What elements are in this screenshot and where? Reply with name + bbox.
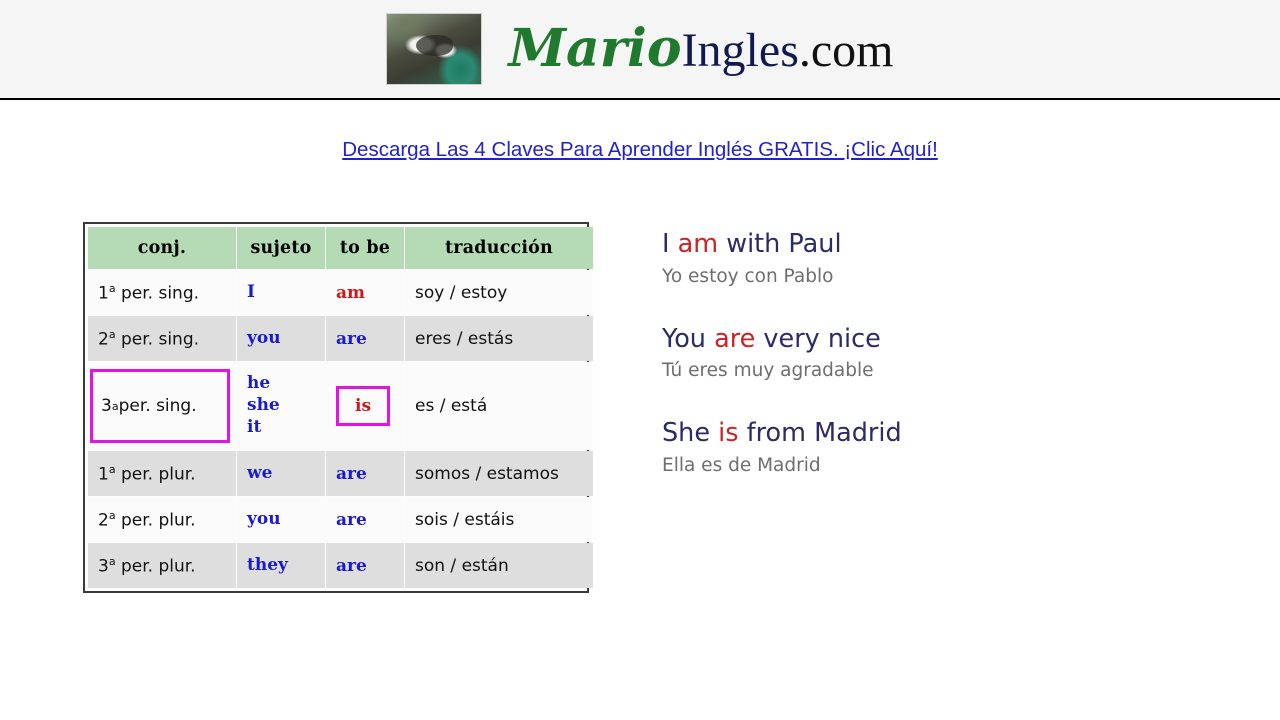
- example-sentence: You are very nice Tú eres muy agradable: [662, 323, 1132, 385]
- cell-conjugation: 3a per. plur.: [88, 543, 236, 588]
- cell-to-be: are: [326, 497, 404, 542]
- example-english-after: with Paul: [718, 229, 842, 259]
- conj-ordinal: a: [108, 327, 116, 341]
- promo-download-link[interactable]: Descarga Las 4 Claves Para Aprender Ingl…: [342, 138, 938, 161]
- brand-mario-text: Mario: [508, 18, 682, 79]
- cell-conjugation: 2a per. sing.: [88, 316, 236, 361]
- example-english-after: very nice: [755, 323, 881, 354]
- conj-rest: per. plur.: [115, 464, 196, 485]
- example-english-after: from Madrid: [738, 418, 902, 449]
- example-english-before: You: [662, 323, 715, 354]
- example-sentences-list: I am with Paul Yo estoy con Pablo You ar…: [662, 228, 1132, 512]
- logo-photo-icon: [386, 13, 483, 85]
- subject-line: it: [247, 416, 262, 437]
- cell-translation: sois / estáis: [405, 497, 593, 542]
- conj-rest: per. plur.: [115, 556, 196, 577]
- conj-ordinal: a: [108, 508, 116, 522]
- verb-to-be-table-container: conj. sujeto to be traducción 1a per. si…: [83, 222, 593, 593]
- example-english-verb: are: [714, 323, 756, 354]
- table-row: 1a per. plur. we are somos / estamos: [88, 451, 593, 496]
- conj-number: 3: [101, 396, 112, 416]
- cell-conjugation: 1a per. plur.: [88, 451, 236, 496]
- example-sentence: She is from Madrid Ella es de Madrid: [662, 417, 1132, 479]
- verb-form: are: [336, 328, 367, 349]
- cell-to-be: am: [326, 270, 404, 315]
- example-english-verb: am: [677, 229, 719, 259]
- conj-number: 1: [98, 464, 109, 485]
- verb-form: are: [336, 555, 367, 576]
- cell-translation: soy / estoy: [405, 270, 593, 315]
- table-row: 2a per. sing. you are eres / estás: [88, 316, 593, 361]
- table-header-row: conj. sujeto to be traducción: [88, 227, 593, 269]
- example-english-verb: is: [718, 418, 739, 449]
- subject-line: he: [247, 373, 271, 394]
- table-row: 2a per. plur. you are sois / estáis: [88, 497, 593, 542]
- example-spanish: Ella es de Madrid: [662, 454, 821, 476]
- example-english: She is from Madrid: [662, 417, 1132, 450]
- column-header-to-be: to be: [326, 227, 404, 269]
- cell-conjugation: 1a per. sing.: [88, 270, 236, 315]
- conj-ordinal: a: [108, 554, 116, 568]
- conj-number: 2: [98, 329, 109, 350]
- table-row: 1a per. sing. I am soy / estoy: [88, 270, 593, 315]
- example-english: You are very nice: [662, 323, 1132, 356]
- conj-number: 2: [98, 510, 109, 531]
- cell-subject: you: [237, 497, 325, 542]
- column-header-sujeto: sujeto: [237, 227, 325, 269]
- conj-number: 1: [98, 283, 109, 304]
- example-spanish: Tú eres muy agradable: [662, 360, 874, 382]
- cell-conjugation-highlighted: 3a per. sing.: [88, 362, 236, 450]
- column-header-traduccion: traducción: [405, 227, 593, 269]
- conj-number: 3: [98, 556, 109, 577]
- magenta-highlight-box-conj: 3a per. sing.: [90, 369, 230, 443]
- conj-rest: per. sing.: [115, 283, 200, 304]
- example-sentence: I am with Paul Yo estoy con Pablo: [662, 228, 1132, 290]
- verb-form: is: [354, 396, 372, 416]
- example-english: I am with Paul: [662, 228, 1132, 261]
- cell-translation: son / están: [405, 543, 593, 588]
- cell-translation: es / está: [405, 362, 593, 450]
- conj-rest: per. plur.: [115, 510, 196, 531]
- brand-wordmark: MarioIngles.com: [508, 23, 893, 75]
- cell-subject: I: [237, 270, 325, 315]
- brand-ingles-text: Ingles: [681, 24, 799, 77]
- site-logo[interactable]: MarioIngles.com: [386, 13, 894, 85]
- cell-subject: they: [237, 543, 325, 588]
- verb-form: are: [336, 463, 367, 484]
- column-header-conj: conj.: [88, 227, 236, 269]
- cell-to-be: are: [326, 543, 404, 588]
- cell-subject: you: [237, 316, 325, 361]
- conj-ordinal: a: [108, 281, 116, 295]
- example-english-before: I: [662, 229, 678, 259]
- cell-subject: we: [237, 451, 325, 496]
- cell-conjugation: 2a per. plur.: [88, 497, 236, 542]
- conj-ordinal: a: [111, 399, 119, 413]
- brand-com-text: .com: [798, 24, 894, 77]
- conj-rest: per. sing.: [115, 329, 200, 350]
- cell-subject: he she it: [237, 362, 325, 450]
- cell-to-be-highlighted: is: [326, 362, 404, 450]
- cell-translation: somos / estamos: [405, 451, 593, 496]
- example-english-before: She: [662, 418, 719, 449]
- verb-to-be-table: conj. sujeto to be traducción 1a per. si…: [87, 226, 594, 589]
- magenta-highlight-box-tobe: is: [336, 386, 390, 426]
- verb-form: am: [336, 282, 366, 303]
- site-header: MarioIngles.com: [0, 0, 1280, 100]
- subject-line: she: [247, 395, 280, 416]
- table-row-highlighted: 3a per. sing. he she it is es / está: [88, 362, 593, 450]
- table-row: 3a per. plur. they are son / están: [88, 543, 593, 588]
- cell-to-be: are: [326, 451, 404, 496]
- conj-ordinal: a: [108, 462, 116, 476]
- promo-banner: Descarga Las 4 Claves Para Aprender Ingl…: [0, 138, 1280, 162]
- conj-rest: per. sing.: [118, 396, 197, 416]
- cell-translation: eres / estás: [405, 316, 593, 361]
- example-spanish: Yo estoy con Pablo: [662, 265, 834, 287]
- verb-form: are: [336, 509, 367, 530]
- cell-to-be: are: [326, 316, 404, 361]
